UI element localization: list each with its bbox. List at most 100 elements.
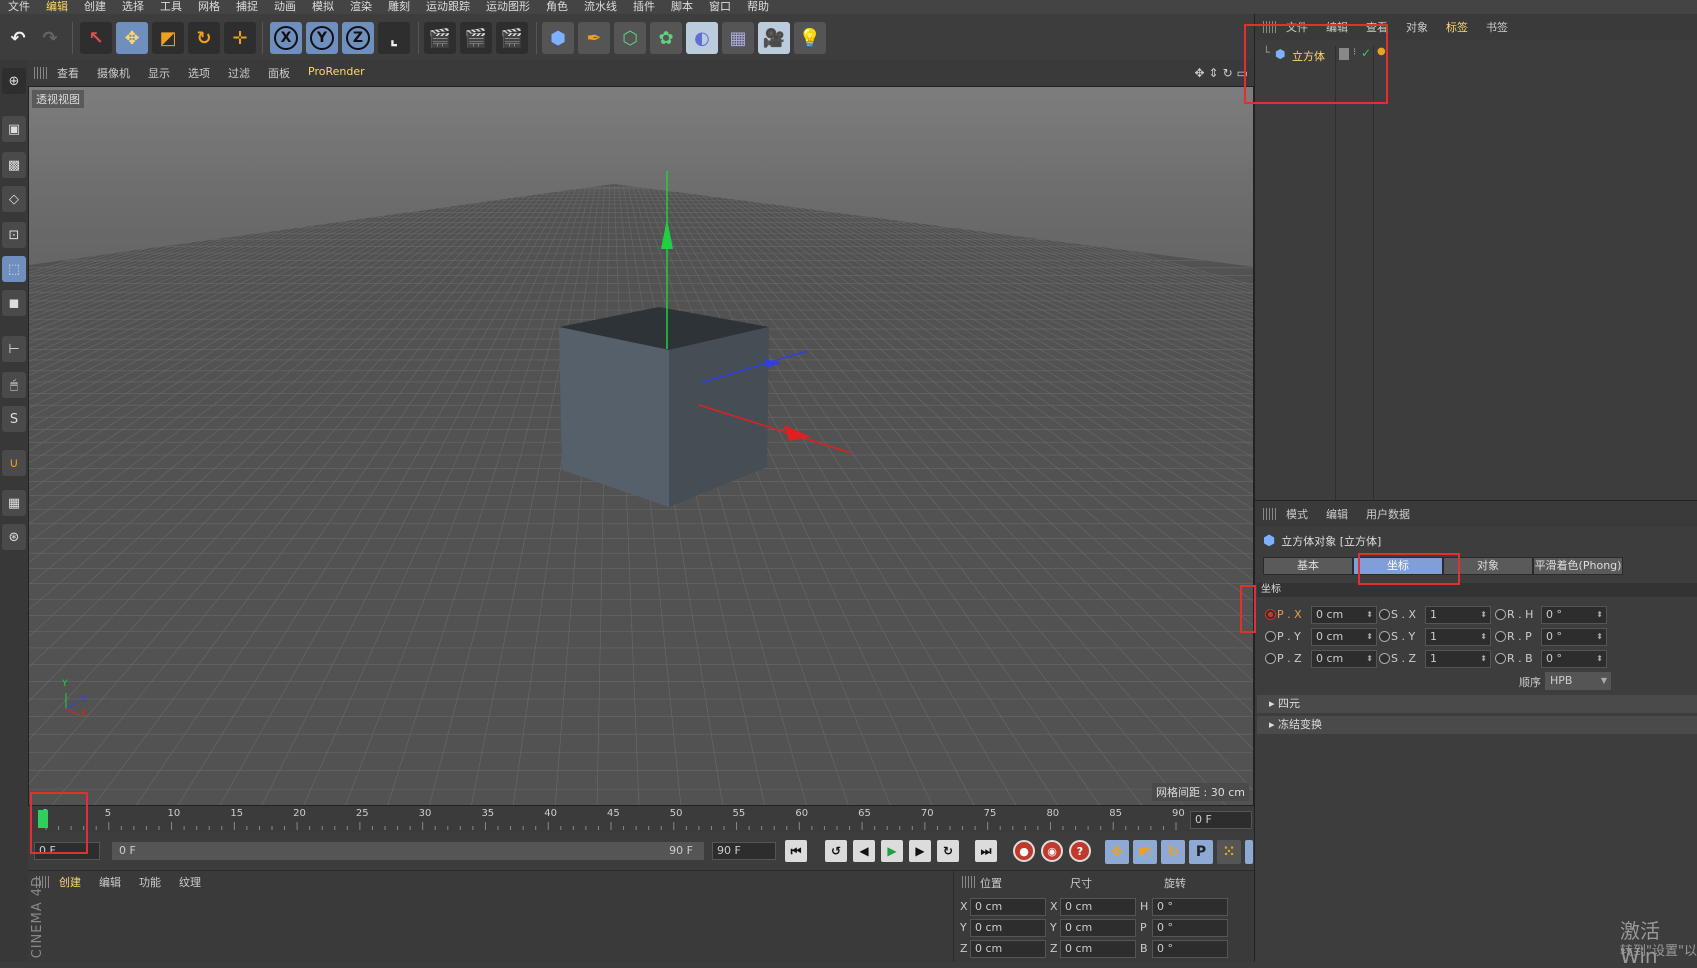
frame-range-slider[interactable]: 0 F 90 F bbox=[112, 842, 704, 860]
coord-size-field[interactable]: 0 cm bbox=[1060, 940, 1136, 958]
order-dropdown[interactable]: HPB ▼ bbox=[1545, 672, 1611, 690]
menu-item-3[interactable]: 选择 bbox=[114, 0, 152, 14]
coord-rot-field[interactable]: 0 ° bbox=[1152, 919, 1228, 937]
material-menu-1[interactable]: 编辑 bbox=[90, 874, 130, 890]
edges-mode-icon[interactable]: ⬚ bbox=[2, 256, 26, 282]
coordinate-system-icon[interactable]: ⌞ bbox=[378, 22, 410, 54]
cube-object-icon[interactable]: ⬢ bbox=[542, 22, 574, 54]
redo-icon[interactable]: ↷ bbox=[34, 22, 66, 54]
radio-p-0[interactable] bbox=[1265, 609, 1276, 620]
menu-item-17[interactable]: 窗口 bbox=[701, 0, 739, 14]
record-icon[interactable]: ● bbox=[1013, 840, 1035, 862]
render-settings-icon[interactable]: 🎬 bbox=[496, 22, 528, 54]
menu-item-12[interactable]: 运动图形 bbox=[478, 0, 538, 14]
field-p-1[interactable]: 0 cm ⬍ bbox=[1311, 628, 1377, 646]
field-s-0[interactable]: 1 ⬍ bbox=[1425, 606, 1491, 624]
camera-icon[interactable]: 🎥 bbox=[758, 22, 790, 54]
undo-icon[interactable]: ↶ bbox=[2, 22, 34, 54]
tab-basic[interactable]: 基本 bbox=[1263, 557, 1353, 575]
tab-phong[interactable]: 平滑着色(Phong) bbox=[1533, 557, 1623, 575]
render-picture-viewer-icon[interactable]: 🎬 bbox=[460, 22, 492, 54]
auto-key-icon[interactable]: ◉ bbox=[1041, 840, 1063, 862]
next-frame-icon[interactable]: ▶ bbox=[909, 840, 931, 862]
field-r-2[interactable]: 0 ° ⬍ bbox=[1541, 650, 1607, 668]
field-p-2[interactable]: 0 cm ⬍ bbox=[1311, 650, 1377, 668]
stepper-icon[interactable]: ⬍ bbox=[1480, 651, 1487, 667]
axis-mode-icon[interactable]: ⊢ bbox=[2, 336, 26, 362]
planar-workplane-icon[interactable]: ⊛ bbox=[2, 524, 26, 550]
model-mode-icon[interactable]: ▣ bbox=[2, 116, 26, 142]
freeze-transform-section[interactable]: ▸ 冻结变换 bbox=[1257, 716, 1697, 734]
menu-item-1[interactable]: 编辑 bbox=[38, 0, 76, 14]
points-mode-icon[interactable]: ⊡ bbox=[2, 222, 26, 248]
axis-y-button[interactable]: Y bbox=[306, 22, 338, 54]
field-s-2[interactable]: 1 ⬍ bbox=[1425, 650, 1491, 668]
key-position-icon[interactable]: ✥ bbox=[1105, 840, 1129, 864]
radio-s-2[interactable] bbox=[1379, 653, 1390, 664]
coord-grip-icon[interactable] bbox=[962, 876, 976, 888]
stepper-icon[interactable]: ⬍ bbox=[1366, 629, 1373, 645]
attr-menu-1[interactable]: 编辑 bbox=[1317, 506, 1357, 522]
cloner-icon[interactable]: ✿ bbox=[650, 22, 682, 54]
key-parameter-icon[interactable]: P bbox=[1189, 840, 1213, 864]
stepper-icon[interactable]: ⬍ bbox=[1480, 607, 1487, 623]
axis-z-button[interactable]: Z bbox=[342, 22, 374, 54]
viewport-menu-3[interactable]: 选项 bbox=[179, 65, 219, 81]
end-frame-field[interactable]: 90 F bbox=[712, 842, 776, 860]
move-tool-icon[interactable]: ✥ bbox=[116, 22, 148, 54]
subdivision-icon[interactable]: ⬡ bbox=[614, 22, 646, 54]
play-icon[interactable]: ▶ bbox=[881, 840, 903, 862]
material-menu-0[interactable]: 创建 bbox=[50, 874, 90, 890]
menu-item-0[interactable]: 文件 bbox=[0, 0, 38, 14]
select-tool-icon[interactable]: ↖ bbox=[80, 22, 112, 54]
viewport-menu-0[interactable]: 查看 bbox=[48, 65, 88, 81]
menu-item-6[interactable]: 捕捉 bbox=[228, 0, 266, 14]
attr-menu-0[interactable]: 模式 bbox=[1277, 506, 1317, 522]
menu-item-5[interactable]: 网格 bbox=[190, 0, 228, 14]
axis-x-button[interactable]: X bbox=[270, 22, 302, 54]
coord-pos-field[interactable]: 0 cm bbox=[970, 940, 1046, 958]
make-editable-icon[interactable]: ⊕ bbox=[2, 68, 26, 94]
current-frame-field[interactable]: 0 F bbox=[1190, 811, 1252, 829]
field-p-0[interactable]: 0 cm ⬍ bbox=[1311, 606, 1377, 624]
timeline-window-icon[interactable] bbox=[1245, 840, 1253, 864]
viewport-rotate-icon[interactable]: ↻ bbox=[1223, 66, 1233, 80]
transform-tool-icon[interactable]: ✛ bbox=[224, 22, 256, 54]
scale-tool-icon[interactable]: ◩ bbox=[152, 22, 184, 54]
viewport-menu-4[interactable]: 过滤 bbox=[219, 65, 259, 81]
workplane-icon[interactable]: ◇ bbox=[2, 186, 26, 212]
menu-item-11[interactable]: 运动跟踪 bbox=[418, 0, 478, 14]
field-r-1[interactable]: 0 ° ⬍ bbox=[1541, 628, 1607, 646]
viewport-menu-2[interactable]: 显示 bbox=[139, 65, 179, 81]
stepper-icon[interactable]: ⬍ bbox=[1366, 651, 1373, 667]
timeline-ruler[interactable]: 051015202530354045505560657075808590 0 F bbox=[28, 806, 1254, 832]
menu-item-15[interactable]: 插件 bbox=[625, 0, 663, 14]
menu-item-10[interactable]: 雕刻 bbox=[380, 0, 418, 14]
coord-rot-field[interactable]: 0 ° bbox=[1152, 940, 1228, 958]
objmgr-menu-5[interactable]: 书签 bbox=[1477, 19, 1517, 35]
viewport-zoom-icon[interactable]: ⇕ bbox=[1209, 66, 1219, 80]
menu-item-4[interactable]: 工具 bbox=[152, 0, 190, 14]
viewport-grip-icon[interactable] bbox=[34, 67, 48, 79]
viewport-menu-1[interactable]: 摄像机 bbox=[88, 65, 139, 81]
stepper-icon[interactable]: ⬍ bbox=[1596, 629, 1603, 645]
radio-r-1[interactable] bbox=[1495, 631, 1506, 642]
key-point-level-icon[interactable]: ⁙ bbox=[1217, 840, 1241, 864]
locked-workplane-icon[interactable]: ▦ bbox=[2, 490, 26, 516]
quaternion-section[interactable]: ▸ 四元 bbox=[1257, 695, 1697, 713]
snap-icon[interactable]: ∪ bbox=[2, 450, 26, 476]
radio-s-1[interactable] bbox=[1379, 631, 1390, 642]
keyframe-selection-icon[interactable]: ? bbox=[1069, 840, 1091, 862]
radio-r-0[interactable] bbox=[1495, 609, 1506, 620]
menu-item-16[interactable]: 脚本 bbox=[663, 0, 701, 14]
attr-menu-2[interactable]: 用户数据 bbox=[1357, 506, 1419, 522]
stepper-icon[interactable]: ⬍ bbox=[1480, 629, 1487, 645]
objmgr-menu-3[interactable]: 对象 bbox=[1397, 19, 1437, 35]
stepper-icon[interactable]: ⬍ bbox=[1596, 607, 1603, 623]
coord-pos-field[interactable]: 0 cm bbox=[970, 919, 1046, 937]
menu-item-2[interactable]: 创建 bbox=[76, 0, 114, 14]
go-to-start-icon[interactable]: ⏮ bbox=[785, 840, 807, 862]
floor-icon[interactable]: ▦ bbox=[722, 22, 754, 54]
menu-item-8[interactable]: 模拟 bbox=[304, 0, 342, 14]
menu-item-9[interactable]: 渲染 bbox=[342, 0, 380, 14]
